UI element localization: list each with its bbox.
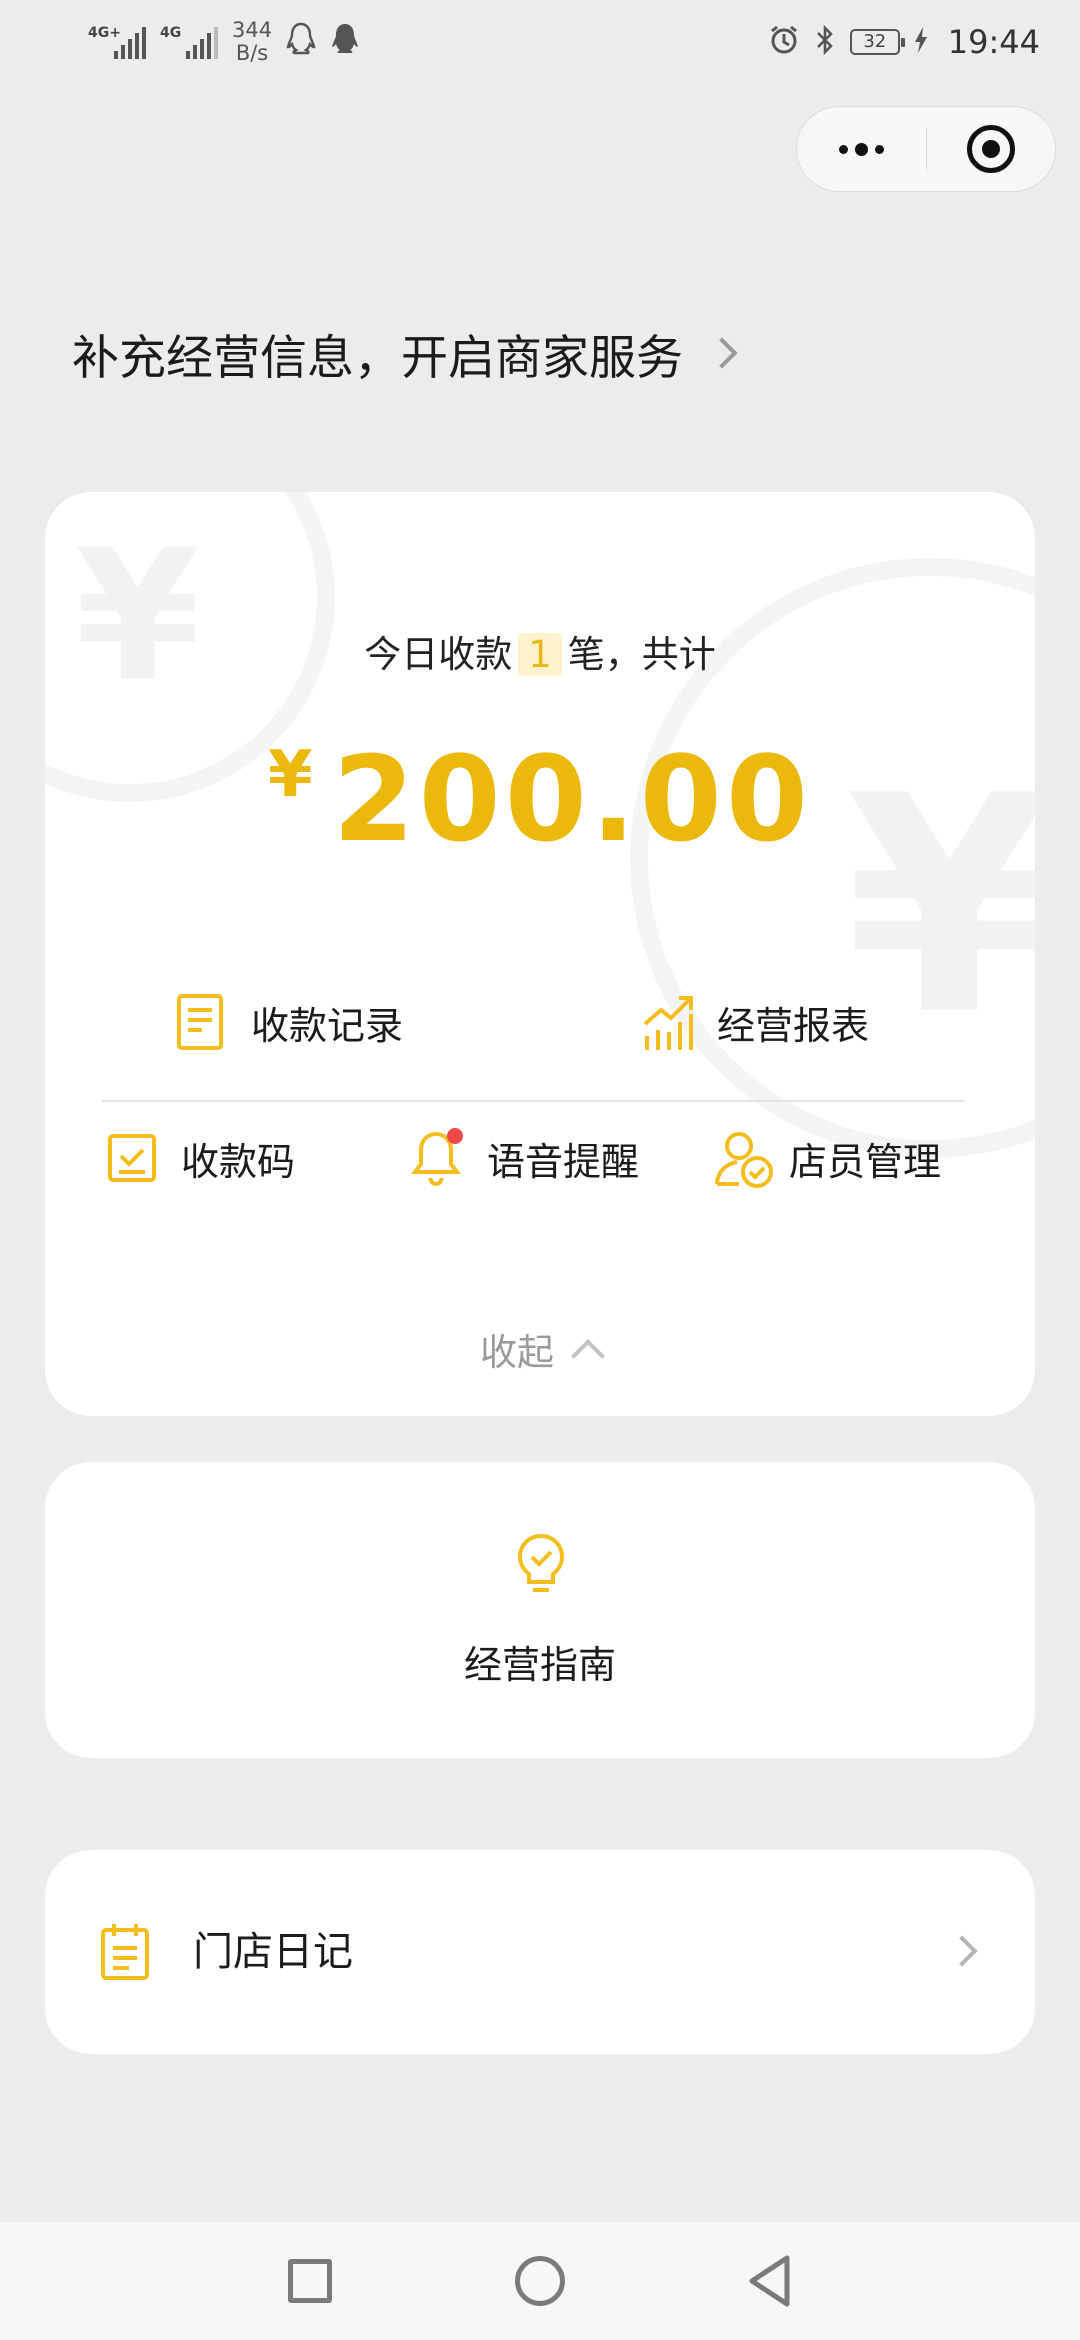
back-button[interactable] [730,2241,810,2321]
circle-icon [515,2256,565,2306]
network-speed: 344 B/s [232,19,272,65]
triangle-back-icon [749,2255,790,2307]
currency-symbol: ¥ [268,738,313,812]
today-suffix: 笔，共计 [567,633,716,676]
receipt-icon [175,992,229,1052]
staff-management-button[interactable]: 店员管理 [713,1128,941,1188]
notepad-icon [99,1922,151,1986]
qq-outline-icon [286,22,316,63]
network-type-2: 4G [160,25,182,41]
report-label: 经营报表 [717,1003,870,1048]
chevron-right-icon [946,1935,978,1967]
report-button[interactable]: 经营报表 [641,992,869,1052]
qq-filled-icon [330,22,360,63]
store-diary-label: 门店日记 [193,1929,353,1975]
charging-icon [914,26,928,58]
network-speed-value: 344 [232,18,273,42]
alarm-icon [768,24,800,60]
merchant-info-banner[interactable]: 补充经营信息，开启商家服务 [72,318,738,388]
bell-icon [411,1128,465,1188]
status-right: 32 19:44 [768,23,1040,61]
recents-button[interactable] [270,2241,350,2321]
secondary-actions: 收款码 语音提醒 店员管理 [45,1128,1035,1208]
actions-divider [102,1100,964,1102]
home-button[interactable] [500,2241,580,2321]
bluetooth-icon [814,24,836,60]
records-label: 收款记录 [251,1003,404,1048]
store-diary-card[interactable]: 门店日记 [45,1850,1035,2054]
qrcode-button[interactable]: 收款码 [105,1128,295,1188]
status-bar: 4G+ 4G 344 B/s 32 19:44 [0,0,1080,84]
collapse-label: 收起 [480,1331,554,1374]
clock: 19:44 [947,23,1040,61]
primary-actions: 收款记录 经营报表 [45,992,1035,1072]
target-icon[interactable] [927,107,1055,191]
watermark-yen-icon: ¥ [75,512,201,721]
voice-reminder-label: 语音提醒 [487,1139,640,1184]
lightbulb-check-icon [513,1532,569,1600]
square-icon [288,2259,332,2303]
system-nav-bar [0,2222,1080,2340]
battery-level: 32 [863,31,887,52]
payment-summary-card: ¥ ¥ 今日收款 1 笔，共计 ¥200.00 收款记录 经营报表 收款码 语音… [45,492,1035,1416]
voice-reminder-button[interactable]: 语音提醒 [411,1128,639,1188]
banner-text: 补充经营信息，开启商家服务 [72,330,683,386]
today-prefix: 今日收款 [364,633,513,676]
business-guide-card[interactable]: 经营指南 [45,1462,1035,1758]
today-count: 1 [518,633,562,676]
business-guide-label: 经营指南 [463,1643,616,1687]
amount-value: 200.00 [332,730,812,868]
status-left: 4G+ 4G 344 B/s [88,19,360,65]
today-summary: 今日收款 1 笔，共计 [45,624,1035,678]
staff-management-label: 店员管理 [789,1139,942,1184]
qrcode-label: 收款码 [181,1139,296,1184]
checkbox-card-icon [105,1128,159,1188]
signal-4g-plus-icon: 4G+ [88,25,146,59]
chevron-up-icon [571,1339,605,1373]
miniprogram-capsule [796,106,1056,192]
collapse-button[interactable]: 收起 [45,1322,1035,1376]
network-type-1: 4G+ [88,25,121,41]
network-speed-unit: B/s [235,41,269,65]
more-dots-icon[interactable] [797,107,926,191]
user-check-icon [713,1128,773,1188]
chart-up-icon [641,992,695,1052]
today-amount: ¥200.00 [45,730,1035,868]
chevron-right-icon [706,337,738,369]
records-button[interactable]: 收款记录 [175,992,403,1052]
signal-4g-icon: 4G [160,25,218,59]
battery-icon: 32 [849,29,905,55]
